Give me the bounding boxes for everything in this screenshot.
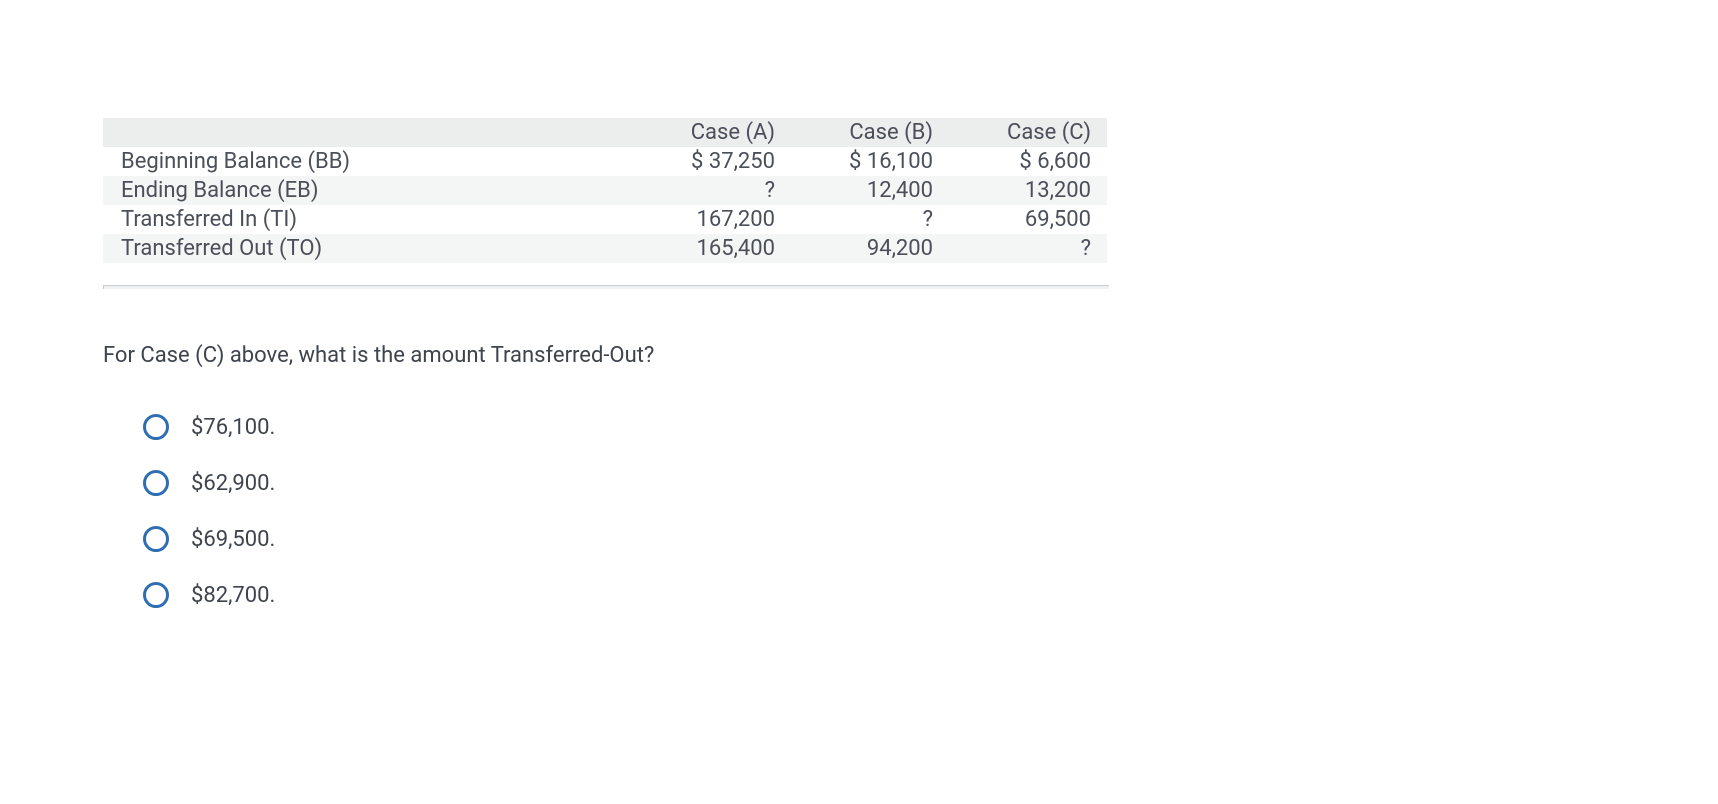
divider [103,285,1109,289]
row-label: Transferred Out (TO) [103,234,633,263]
answer-option[interactable]: $69,500. [143,526,1100,552]
answer-options: $76,100. $62,900. $69,500. $82,700. [103,414,1100,608]
header-case-c: Case (C) [949,118,1107,147]
data-table: Case (A) Case (B) Case (C) Beginning Bal… [103,118,1107,263]
radio-icon [143,470,169,496]
option-label: $76,100. [191,415,275,440]
cell: 94,200 [791,234,949,263]
table-row: Transferred In (TI) 167,200 ? 69,500 [103,205,1107,234]
table-row: Beginning Balance (BB) $ 37,250 $ 16,100… [103,147,1107,176]
row-label: Ending Balance (EB) [103,176,633,205]
radio-icon [143,582,169,608]
cell: 13,200 [949,176,1107,205]
cell: ? [633,176,791,205]
header-blank [103,118,633,147]
question-text: For Case (C) above, what is the amount T… [103,343,1100,368]
cell: 167,200 [633,205,791,234]
cell: ? [791,205,949,234]
cell: 12,400 [791,176,949,205]
answer-option[interactable]: $82,700. [143,582,1100,608]
table-row: Ending Balance (EB) ? 12,400 13,200 [103,176,1107,205]
radio-icon [143,526,169,552]
answer-option[interactable]: $76,100. [143,414,1100,440]
table-row: Transferred Out (TO) 165,400 94,200 ? [103,234,1107,263]
answer-option[interactable]: $62,900. [143,470,1100,496]
header-case-b: Case (B) [791,118,949,147]
cell: 165,400 [633,234,791,263]
cell: 69,500 [949,205,1107,234]
table-header-row: Case (A) Case (B) Case (C) [103,118,1107,147]
cell: $ 37,250 [633,147,791,176]
header-case-a: Case (A) [633,118,791,147]
row-label: Beginning Balance (BB) [103,147,633,176]
cell: ? [949,234,1107,263]
cell: $ 6,600 [949,147,1107,176]
row-label: Transferred In (TI) [103,205,633,234]
option-label: $69,500. [191,527,275,552]
option-label: $82,700. [191,583,275,608]
radio-icon [143,414,169,440]
cell: $ 16,100 [791,147,949,176]
option-label: $62,900. [191,471,275,496]
